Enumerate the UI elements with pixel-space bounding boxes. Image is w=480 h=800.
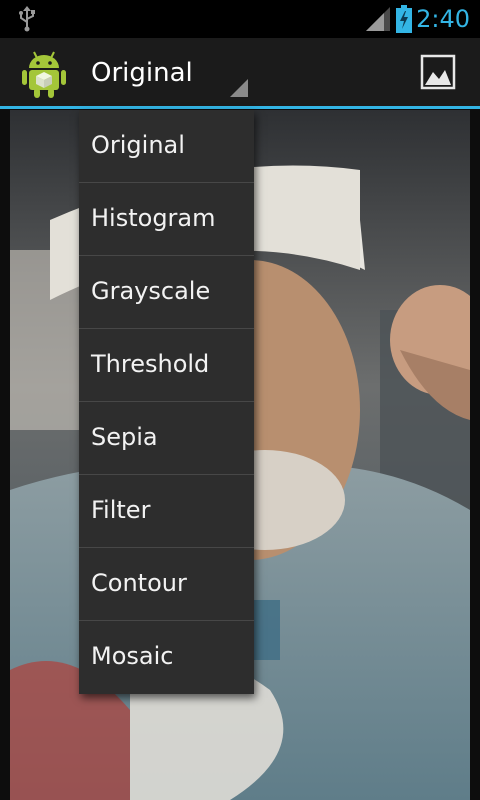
- dropdown-item-mosaic[interactable]: Mosaic: [79, 621, 254, 694]
- dropdown-item-label: Threshold: [91, 350, 210, 378]
- filter-dropdown: Original Histogram Grayscale Threshold S…: [79, 110, 254, 694]
- dropdown-item-contour[interactable]: Contour: [79, 548, 254, 621]
- screen: 2:40 Original Original Histogram Graysca…: [0, 0, 480, 800]
- dropdown-item-label: Original: [91, 131, 185, 159]
- dropdown-item-threshold[interactable]: Threshold: [79, 329, 254, 402]
- dropdown-item-label: Filter: [91, 496, 151, 524]
- dropdown-item-original[interactable]: Original: [79, 110, 254, 183]
- battery-charging-icon: [396, 5, 412, 37]
- image-icon[interactable]: [414, 50, 462, 96]
- dropdown-item-label: Grayscale: [91, 277, 211, 305]
- filter-spinner[interactable]: Original: [80, 38, 250, 106]
- action-bar: Original: [0, 38, 480, 106]
- dropdown-item-filter[interactable]: Filter: [79, 475, 254, 548]
- spinner-selected-label: Original: [91, 58, 193, 88]
- signal-icon: [366, 7, 390, 35]
- spinner-caret-icon: [230, 79, 248, 101]
- dropdown-item-label: Mosaic: [91, 642, 174, 670]
- dropdown-item-label: Histogram: [91, 204, 216, 232]
- dropdown-item-label: Contour: [91, 569, 187, 597]
- action-bar-divider: [0, 106, 480, 109]
- status-bar: 2:40: [0, 0, 480, 38]
- dropdown-item-grayscale[interactable]: Grayscale: [79, 256, 254, 329]
- dropdown-item-label: Sepia: [91, 423, 158, 451]
- usb-icon: [16, 6, 38, 36]
- android-icon[interactable]: [22, 50, 66, 102]
- dropdown-item-histogram[interactable]: Histogram: [79, 183, 254, 256]
- clock: 2:40: [416, 5, 470, 33]
- dropdown-item-sepia[interactable]: Sepia: [79, 402, 254, 475]
